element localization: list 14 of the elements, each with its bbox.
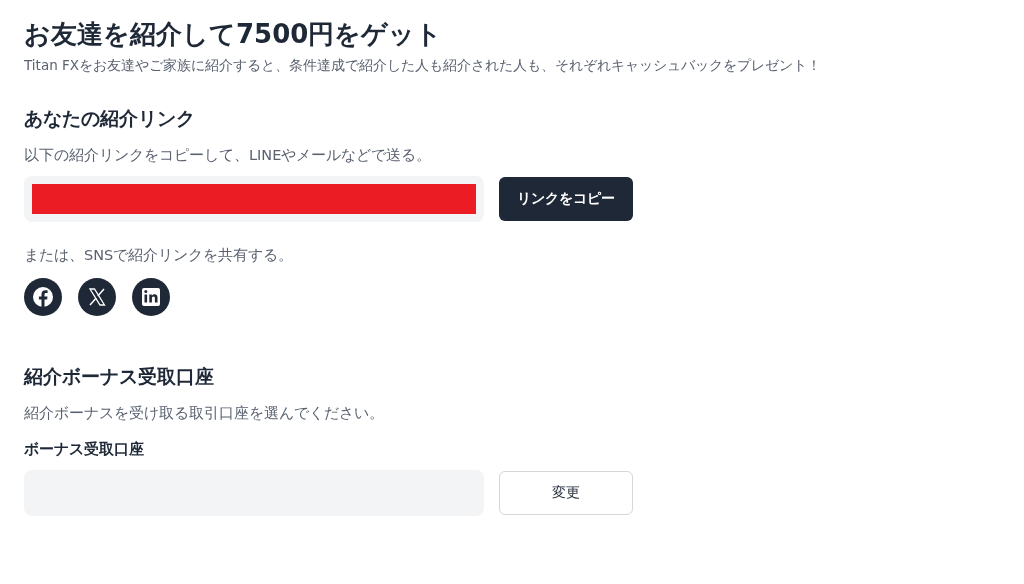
- link-field[interactable]: [24, 176, 484, 222]
- page-subtitle: Titan FXをお友達やご家族に紹介すると、条件達成で紹介した人も紹介された人も、それぞれキャッシュバックをプレゼント！: [24, 56, 822, 75]
- copy-link-button[interactable]: リンクをコピー: [499, 177, 633, 221]
- section-description: 紹介ボーナスを受け取る取引口座を選んでください。: [24, 404, 385, 423]
- section-heading: あなたの紹介リンク: [24, 106, 196, 131]
- change-button[interactable]: 変更: [499, 471, 633, 515]
- x-icon[interactable]: [78, 278, 116, 316]
- page-title: お友達を紹介して7500円をゲット: [24, 18, 444, 51]
- facebook-icon[interactable]: [24, 278, 62, 316]
- linkedin-icon[interactable]: [132, 278, 170, 316]
- field-label: ボーナス受取口座: [24, 440, 145, 459]
- section-heading: 紹介ボーナス受取口座: [24, 364, 215, 389]
- section-description: 以下の紹介リンクをコピーして、LINEやメールなどで送る。: [24, 146, 433, 165]
- share-text: または、SNSで紹介リンクを共有する。: [24, 246, 295, 265]
